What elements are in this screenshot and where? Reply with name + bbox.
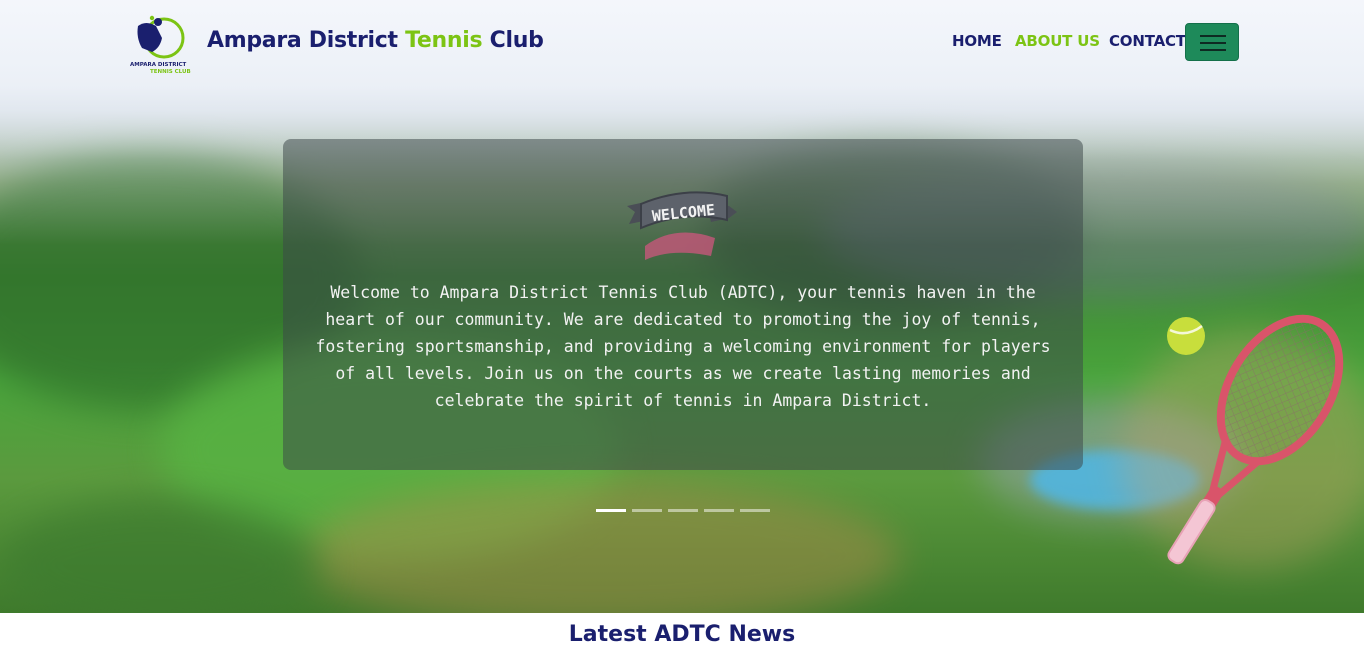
tennis-racket-icon xyxy=(1110,300,1360,590)
carousel-indicator-1[interactable] xyxy=(596,509,626,512)
welcome-text: Welcome to Ampara District Tennis Club (… xyxy=(315,283,1051,410)
logo-text-line1: AMPARA DISTRICT xyxy=(130,62,187,68)
nav-about-link[interactable]: ABOUT US xyxy=(1015,32,1100,50)
nav-home-link[interactable]: HOME xyxy=(952,32,1002,50)
site-title-accent: Tennis xyxy=(405,28,483,53)
carousel-indicator-4[interactable] xyxy=(704,509,734,512)
welcome-card: WELCOME Welcome to Ampara District Tenni… xyxy=(283,139,1083,470)
nav-contact-link[interactable]: CONTACT xyxy=(1109,32,1186,50)
club-logo[interactable]: AMPARA DISTRICT TENNIS CLUB xyxy=(128,12,192,76)
site-title[interactable]: Ampara District Tennis Club xyxy=(207,28,544,53)
carousel-indicator-5[interactable] xyxy=(740,509,770,512)
welcome-banner: WELCOME xyxy=(623,184,743,264)
news-section-title: Latest ADTC News xyxy=(568,622,796,647)
navbar: AMPARA DISTRICT TENNIS CLUB Ampara Distr… xyxy=(0,0,1364,90)
site-title-part2: Club xyxy=(482,28,544,53)
menu-toggle-button[interactable] xyxy=(1185,23,1239,61)
carousel-indicator-3[interactable] xyxy=(668,509,698,512)
carousel-indicator-2[interactable] xyxy=(632,509,662,512)
logo-text-line2: TENNIS CLUB xyxy=(150,69,191,75)
site-title-part1: Ampara District xyxy=(207,28,406,53)
hamburger-icon xyxy=(1200,35,1226,37)
